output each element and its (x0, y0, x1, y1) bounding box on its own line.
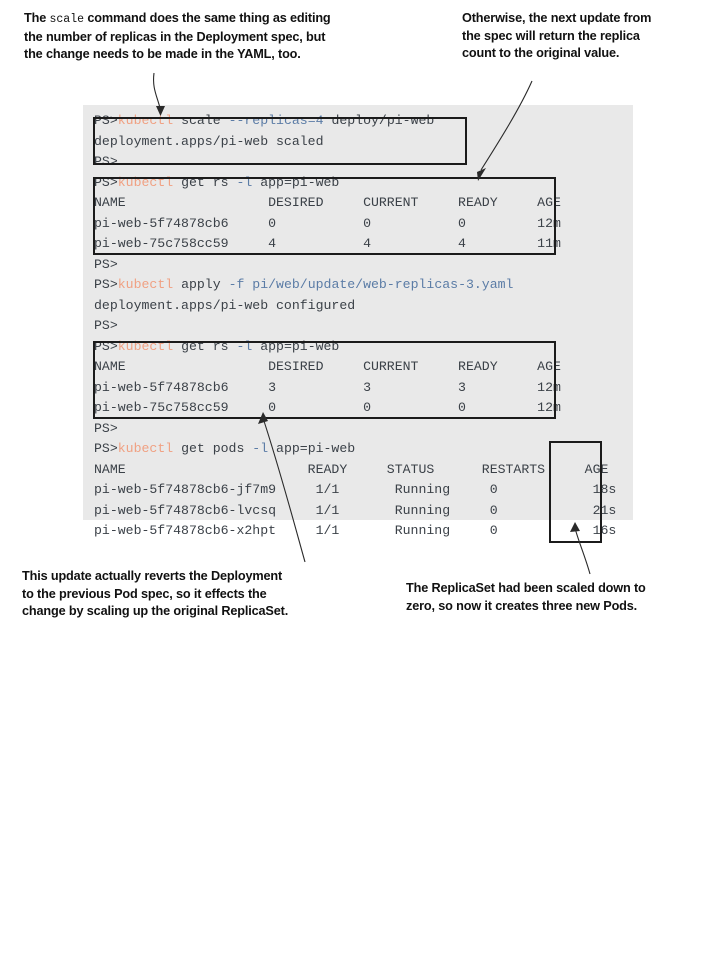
table-row: pi-web-5f74878cb6 0 0 0 12m (94, 214, 561, 235)
terminal-line: PS> (94, 255, 118, 276)
shell-prompt: PS> (94, 154, 118, 169)
shell-prompt: PS> (94, 420, 118, 436)
callout-revert-deployment: This update actually reverts the Deploym… (22, 568, 382, 621)
callout-text-part: The (24, 11, 50, 25)
output-text: pi-web-5f74878cb6 3 3 3 12m (94, 379, 561, 395)
callout-scale-command: The scale command does the same thing as… (24, 10, 424, 64)
terminal-line: PS> (94, 419, 118, 440)
table-header-row: NAME READY STATUS RESTARTS AGE (94, 460, 608, 481)
output-text: deployment.apps/pi-web scaled (94, 133, 324, 149)
shell-prompt: PS> (94, 318, 118, 333)
output-text: pi-web-5f74878cb6-x2hpt 1/1 Running 0 16… (94, 523, 617, 538)
command-args: scale (173, 113, 229, 128)
command-target: pi/web/update/web-replicas-3.yaml (244, 277, 514, 292)
command-flag: -l (252, 441, 269, 456)
table-row: pi-web-5f74878cb6 3 3 3 12m (94, 378, 561, 399)
shell-prompt: PS> (94, 113, 118, 128)
table-row: pi-web-5f74878cb6-jf7m9 1/1 Running 0 18… (94, 480, 616, 501)
output-text: pi-web-5f74878cb6-jf7m9 1/1 Running 0 18… (94, 482, 617, 497)
terminal-line: PS>kubectl apply -f pi/web/update/web-re… (94, 275, 513, 296)
terminal-line: deployment.apps/pi-web scaled (94, 132, 324, 153)
shell-prompt: PS> (94, 277, 118, 292)
callout-text-part: Otherwise, the next update from the spec… (462, 11, 652, 60)
table-header-row: NAME DESIRED CURRENT READY AGE (94, 357, 561, 378)
output-text: pi-web-75c758cc59 4 4 4 11m (94, 236, 561, 251)
shell-prompt: PS> (94, 441, 118, 456)
table-header-row: NAME DESIRED CURRENT READY AGE (94, 193, 561, 214)
terminal-line: PS>kubectl scale --replicas=4 deploy/pi-… (94, 111, 434, 132)
output-text: pi-web-75c758cc59 0 0 0 12m (94, 400, 561, 415)
output-text: NAME DESIRED CURRENT READY AGE (94, 359, 561, 374)
command-args: apply (173, 277, 229, 292)
callout-replicaset-scaled: The ReplicaSet had been scaled down to z… (406, 580, 706, 615)
table-row: pi-web-5f74878cb6-lvcsq 1/1 Running 0 21… (94, 501, 616, 522)
kubectl-command: kubectl (117, 338, 174, 354)
terminal-line: PS> (94, 152, 118, 173)
output-text: pi-web-5f74878cb6 0 0 0 12m (94, 215, 561, 231)
command-target: app=pi-web (252, 174, 340, 190)
table-row: pi-web-75c758cc59 0 0 0 12m (94, 398, 561, 419)
command-flag: -l (236, 174, 253, 190)
terminal-line: PS> (94, 316, 118, 337)
output-text: pi-web-5f74878cb6-lvcsq 1/1 Running 0 21… (94, 502, 617, 518)
command-flag: -f (228, 277, 245, 292)
kubectl-command: kubectl (117, 277, 174, 292)
kubectl-command: kubectl (117, 113, 174, 128)
command-target: app=pi-web (268, 441, 356, 456)
shell-prompt: PS> (94, 174, 118, 190)
callout-spec-update: Otherwise, the next update from the spec… (462, 10, 702, 63)
terminal-line: PS>kubectl get rs -l app=pi-web (94, 173, 339, 194)
command-flag: -l (236, 338, 253, 354)
terminal-line: PS>kubectl get pods -l app=pi-web (94, 439, 355, 460)
output-text: deployment.apps/pi-web configured (94, 297, 356, 313)
callout-text-part: The ReplicaSet had been scaled down to z… (406, 581, 646, 613)
kubectl-command: kubectl (117, 441, 174, 456)
terminal-window: PS>kubectl scale --replicas=4 deploy/pi-… (83, 105, 633, 543)
output-text: NAME DESIRED CURRENT READY AGE (94, 195, 561, 210)
table-row: pi-web-75c758cc59 4 4 4 11m (94, 234, 561, 255)
command-flag: --replicas=4 (228, 113, 324, 128)
command-args: get pods (173, 441, 253, 456)
terminal-line: PS>kubectl get rs -l app=pi-web (94, 337, 339, 358)
terminal-line: deployment.apps/pi-web configured (94, 296, 355, 317)
shell-prompt: PS> (94, 256, 118, 272)
command-target: deploy/pi-web (323, 113, 435, 128)
table-row: pi-web-5f74878cb6-x2hpt 1/1 Running 0 16… (94, 521, 616, 542)
callout-text-part: This update actually reverts the Deploym… (22, 569, 289, 618)
shell-prompt: PS> (94, 338, 118, 354)
inline-code: scale (49, 13, 84, 26)
command-args: get rs (173, 174, 237, 190)
kubectl-command: kubectl (117, 174, 174, 190)
command-target: app=pi-web (252, 338, 340, 354)
output-text: NAME READY STATUS RESTARTS AGE (94, 461, 609, 477)
command-args: get rs (173, 338, 237, 354)
